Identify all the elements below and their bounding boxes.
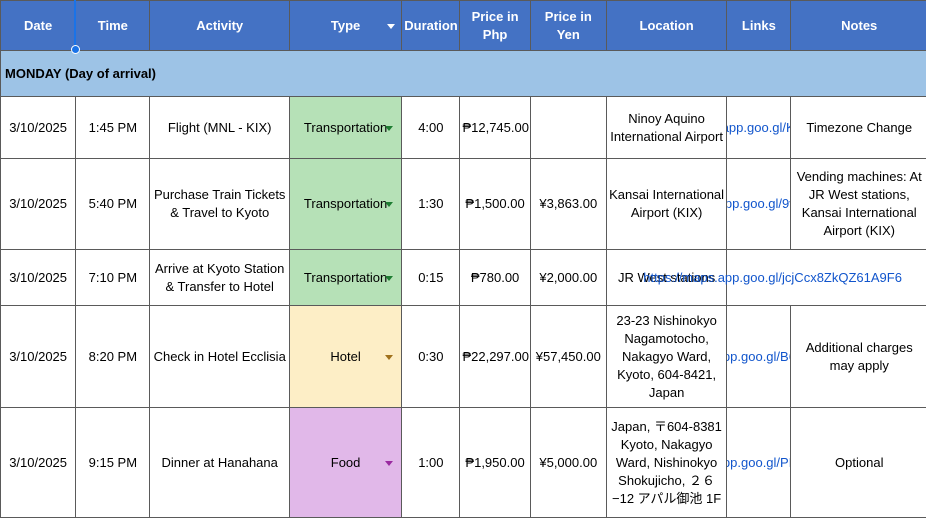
section-row: MONDAY (Day of arrival)	[0, 50, 926, 97]
notes-cell[interactable]: Timezone Change	[790, 96, 926, 159]
type-cell[interactable]: Food	[288, 407, 403, 518]
duration-cell[interactable]: 4:00	[401, 96, 461, 159]
duration-cell[interactable]: 1:00	[401, 407, 461, 518]
price-php-cell[interactable]: ₱1,500.00	[459, 158, 531, 250]
map-link[interactable]: https://maps.app.goo.gl/jcjCcx8ZkQZ61A9F…	[643, 269, 902, 287]
time-cell[interactable]: 9:15 PM	[75, 407, 151, 518]
header-notes[interactable]: Notes	[790, 0, 926, 51]
type-label: Food	[330, 454, 361, 470]
header-duration[interactable]: Duration	[401, 0, 461, 51]
table-row: 3/10/2025 8:20 PM Check in Hotel Ecclisi…	[0, 305, 926, 408]
dropdown-arrow-icon[interactable]	[385, 275, 394, 281]
location-cell[interactable]: Kansai International Airport (KIX)	[605, 158, 728, 250]
activity-cell[interactable]: Check in Hotel Ecclisia	[149, 305, 290, 408]
link-cell[interactable]: https://maps.app.goo.gl/9v	[726, 158, 792, 250]
price-php-cell[interactable]: ₱1,950.00	[459, 407, 531, 518]
table-row: 3/10/2025 5:40 PM Purchase Train Tickets…	[0, 158, 926, 250]
header-date[interactable]: Date	[0, 0, 77, 51]
type-label: Hotel	[330, 348, 361, 364]
table-row: 3/10/2025 1:45 PM Flight (MNL - KIX) Tra…	[0, 96, 926, 159]
time-cell[interactable]: 1:45 PM	[75, 96, 151, 159]
price-yen-cell[interactable]: ¥5,000.00	[529, 407, 607, 518]
link-cell[interactable]: https://maps.app.goo.gl/jcjCcx8ZkQZ61A9F…	[643, 249, 926, 306]
header-time[interactable]: Time	[75, 0, 151, 51]
price-yen-cell[interactable]: ¥3,863.00	[529, 158, 607, 250]
duration-cell[interactable]: 1:30	[401, 158, 461, 250]
map-link[interactable]: https://maps.app.goo.gl/9v	[728, 195, 790, 213]
duration-cell[interactable]: 0:30	[401, 305, 461, 408]
itinerary-spreadsheet: Date Time Activity Type Duration Price i…	[0, 0, 926, 520]
activity-cell[interactable]: Arrive at Kyoto Station & Transfer to Ho…	[149, 249, 290, 306]
date-cell[interactable]: 3/10/2025	[0, 407, 77, 518]
table-row: 3/10/2025 7:10 PM Arrive at Kyoto Statio…	[0, 249, 926, 306]
price-yen-cell[interactable]: ¥57,450.00	[529, 305, 607, 408]
date-cell[interactable]: 3/10/2025	[0, 158, 77, 250]
price-yen-cell[interactable]: ¥2,000.00	[529, 249, 607, 306]
map-link[interactable]: https://maps.app.goo.gl/K86	[728, 119, 790, 137]
location-cell[interactable]: Ninoy Aquino International Airport	[605, 96, 728, 159]
header-row: Date Time Activity Type Duration Price i…	[0, 0, 926, 51]
notes-cell[interactable]: Additional charges may apply	[790, 305, 926, 408]
map-link[interactable]: https://maps.app.goo.gl/PFH	[728, 454, 790, 472]
price-php-cell[interactable]: ₱780.00	[459, 249, 531, 306]
date-cell[interactable]: 3/10/2025	[0, 249, 77, 306]
location-cell[interactable]: 23-23 Nishinokyo Nagamotocho, Nakagyo Wa…	[605, 305, 728, 408]
header-price-yen[interactable]: Price in Yen	[529, 0, 607, 51]
time-cell[interactable]: 8:20 PM	[75, 305, 151, 408]
selection-fill-handle[interactable]	[71, 45, 80, 54]
activity-cell[interactable]: Dinner at Hanahana	[149, 407, 290, 518]
dropdown-arrow-icon[interactable]	[385, 354, 394, 360]
price-yen-cell[interactable]	[529, 96, 607, 159]
map-link[interactable]: https://maps.app.goo.gl/B6E	[728, 348, 790, 366]
type-label: Transportation	[303, 119, 388, 135]
link-cell[interactable]: https://maps.app.goo.gl/K86	[726, 96, 792, 159]
dropdown-arrow-icon[interactable]	[385, 202, 394, 207]
duration-cell[interactable]: 0:15	[401, 249, 461, 306]
section-label[interactable]: MONDAY (Day of arrival)	[0, 50, 926, 97]
type-label: Transportation	[303, 196, 388, 211]
type-filter-dropdown-icon[interactable]	[387, 23, 396, 29]
type-cell[interactable]: Transportation	[288, 158, 403, 250]
time-cell[interactable]: 7:10 PM	[75, 249, 151, 306]
itinerary-table: Date Time Activity Type Duration Price i…	[0, 0, 926, 518]
date-cell[interactable]: 3/10/2025	[0, 96, 77, 159]
link-cell[interactable]: https://maps.app.goo.gl/PFH	[726, 407, 792, 518]
column-selection-border	[74, 0, 76, 49]
activity-cell[interactable]: Flight (MNL - KIX)	[149, 96, 290, 159]
link-cell[interactable]: https://maps.app.goo.gl/B6E	[726, 305, 792, 408]
time-cell[interactable]: 5:40 PM	[75, 158, 151, 250]
header-links[interactable]: Links	[726, 0, 792, 51]
notes-cell[interactable]: Vending machines: At JR West stations, K…	[790, 158, 926, 250]
header-price-php[interactable]: Price in Php	[459, 0, 531, 51]
type-cell[interactable]: Hotel	[288, 305, 403, 408]
type-cell[interactable]: Transportation	[288, 96, 403, 159]
activity-cell[interactable]: Purchase Train Tickets & Travel to Kyoto	[149, 158, 290, 250]
price-php-cell[interactable]: ₱12,745.00	[459, 96, 531, 159]
price-php-cell[interactable]: ₱22,297.00	[459, 305, 531, 408]
header-type[interactable]: Type	[288, 0, 403, 51]
dropdown-arrow-icon[interactable]	[385, 125, 394, 131]
header-activity[interactable]: Activity	[149, 0, 290, 51]
location-cell[interactable]: Japan, 〒604-8381 Kyoto, Nakagyo Ward, Ni…	[605, 407, 728, 518]
table-row: 3/10/2025 9:15 PM Dinner at Hanahana Foo…	[0, 407, 926, 518]
notes-cell[interactable]: Optional	[790, 407, 926, 518]
header-type-label: Type	[330, 17, 361, 33]
type-cell[interactable]: Transportation	[288, 249, 403, 306]
header-location[interactable]: Location	[605, 0, 728, 51]
type-label: Transportation	[303, 269, 388, 285]
date-cell[interactable]: 3/10/2025	[0, 305, 77, 408]
dropdown-arrow-icon[interactable]	[385, 460, 394, 466]
